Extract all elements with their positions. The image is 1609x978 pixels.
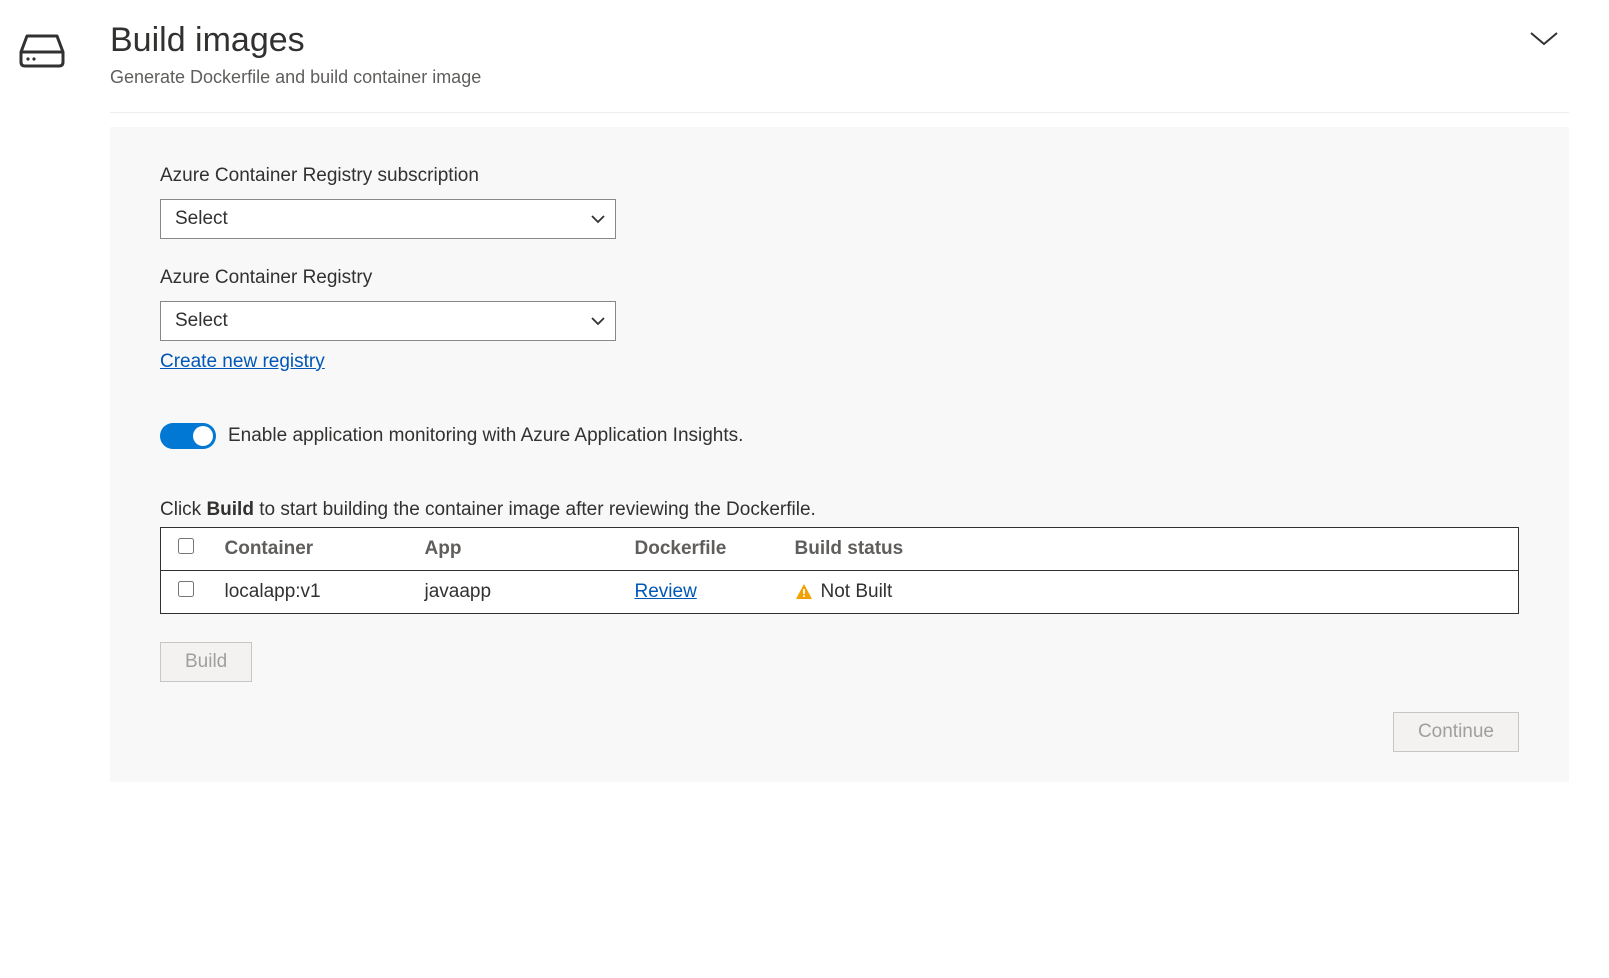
containers-table: Container App Dockerfile Build status lo… (160, 527, 1519, 614)
disk-icon (15, 57, 69, 74)
page-title: Build images (110, 20, 481, 61)
registry-select-value: Select (175, 310, 228, 332)
monitoring-toggle[interactable] (160, 423, 216, 449)
monitoring-toggle-label: Enable application monitoring with Azure… (228, 425, 743, 447)
build-button[interactable]: Build (160, 642, 252, 682)
instruction-suffix: to start building the container image af… (254, 499, 816, 520)
review-dockerfile-link[interactable]: Review (635, 581, 697, 602)
registry-label: Azure Container Registry (160, 267, 1519, 289)
subscription-select[interactable]: Select (160, 199, 616, 239)
chevron-down-icon (591, 310, 605, 332)
instruction-prefix: Click (160, 499, 206, 520)
col-container: Container (211, 527, 411, 570)
form-panel: Azure Container Registry subscription Se… (110, 127, 1569, 782)
continue-button[interactable]: Continue (1393, 712, 1519, 752)
select-all-checkbox[interactable] (178, 538, 194, 554)
chevron-down-icon (1529, 35, 1559, 52)
row-checkbox[interactable] (178, 581, 194, 597)
chevron-down-icon (591, 208, 605, 230)
create-registry-link[interactable]: Create new registry (160, 351, 325, 373)
section-header: Build images Generate Dockerfile and bui… (110, 20, 1569, 113)
cell-container: localapp:v1 (211, 570, 411, 613)
table-row: localapp:v1 javaapp Review (161, 570, 1519, 613)
subscription-label: Azure Container Registry subscription (160, 165, 1519, 187)
col-dockerfile: Dockerfile (621, 527, 781, 570)
warning-icon (795, 583, 813, 601)
registry-select[interactable]: Select (160, 301, 616, 341)
cell-build-status: Not Built (821, 581, 893, 603)
col-build-status: Build status (781, 527, 1519, 570)
collapse-toggle[interactable] (1519, 20, 1569, 63)
table-header-row: Container App Dockerfile Build status (161, 527, 1519, 570)
page-subtitle: Generate Dockerfile and build container … (110, 67, 481, 88)
cell-app: javaapp (411, 570, 621, 613)
instruction-bold: Build (206, 499, 254, 520)
col-app: App (411, 527, 621, 570)
build-instruction: Click Build to start building the contai… (160, 499, 1519, 521)
section-icon-column (10, 20, 70, 75)
subscription-select-value: Select (175, 208, 228, 230)
